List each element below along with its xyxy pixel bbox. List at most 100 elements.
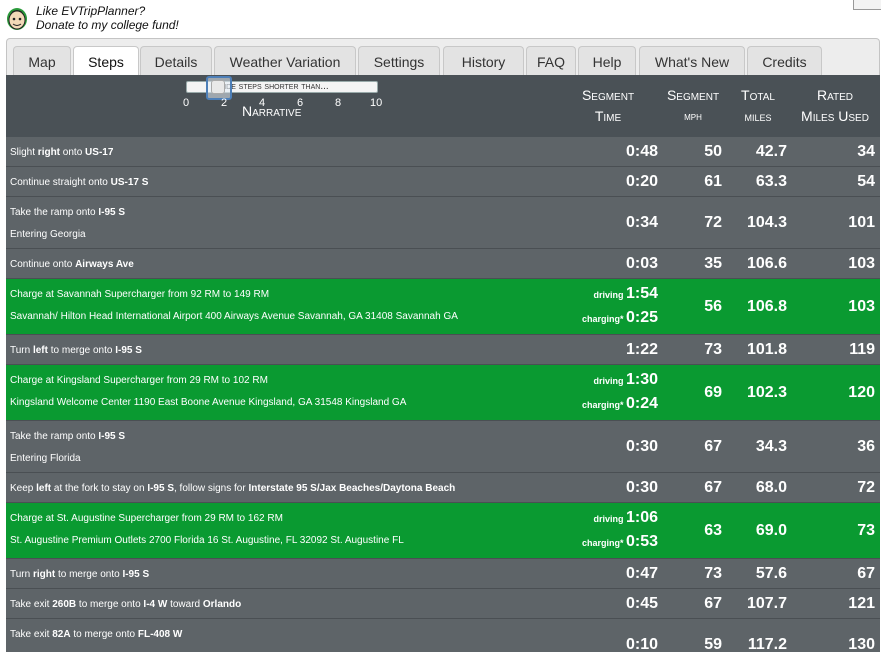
total-miles: 68.0: [755, 479, 787, 496]
step-instruction: Take exit 82A to merge onto FL-408 W: [10, 629, 183, 640]
rated-miles-used: 54: [857, 173, 875, 190]
total-miles: 57.6: [755, 565, 787, 582]
step-row: Keep left at the fork to stay on I-95 S,…: [6, 473, 880, 503]
tab-help[interactable]: Help: [578, 46, 636, 76]
promo-line-1: Like EVTripPlanner?: [36, 4, 146, 18]
rated-miles-used: 120: [848, 384, 875, 401]
charge-row: Charge at Kingsland Supercharger from 29…: [6, 365, 880, 421]
segment-mph: 59: [704, 636, 722, 652]
tab-details[interactable]: Details: [140, 46, 212, 76]
step-row: Take exit 82A to merge onto FL-408 W 0:10…: [6, 619, 880, 652]
step-row: Take exit 260B to merge onto I-4 W towar…: [6, 589, 880, 619]
total-miles: 106.6: [746, 255, 787, 272]
total-miles: 42.7: [755, 143, 787, 160]
segment-time: 0:47: [625, 565, 658, 582]
rated-miles-used: 34: [857, 143, 875, 160]
driving-time: driving 1:54: [593, 285, 658, 302]
charge-row: Charge at St. Augustine Supercharger fro…: [6, 503, 880, 559]
total-miles: 101.8: [746, 341, 787, 358]
total-miles-header: Total miles: [741, 87, 775, 124]
slider-tick: 10: [370, 97, 383, 109]
slider-tick: 0: [183, 97, 190, 109]
segment-time: 0:48: [625, 143, 658, 160]
step-note: Entering Florida: [10, 453, 81, 464]
segment-mph: 73: [704, 341, 722, 358]
tab-faq[interactable]: FAQ: [526, 46, 576, 76]
step-instruction: Charge at St. Augustine Supercharger fro…: [10, 513, 283, 524]
rated-miles-used: 121: [848, 595, 875, 612]
tab-steps[interactable]: Steps: [73, 46, 139, 77]
step-instruction: Continue onto Airways Ave: [10, 259, 134, 270]
donate-link[interactable]: Like EVTripPlanner? Donate to my college…: [36, 4, 179, 32]
segment-mph: 69: [704, 384, 722, 401]
rated-miles-used: 130: [848, 636, 875, 652]
segment-time: 0:34: [625, 214, 658, 231]
step-instruction: Slight right onto US-17: [10, 147, 114, 158]
step-note: Entering Georgia: [10, 229, 86, 240]
steps-table-header: Hide steps shorter than... 0 2 4 6 8 10 Narra…: [6, 75, 880, 137]
charger-address: Kingsland Welcome Center 1190 East Boone…: [10, 397, 407, 408]
face-avatar-icon[interactable]: [4, 4, 30, 32]
total-miles: 117.2: [747, 636, 787, 652]
slider-knob-icon[interactable]: [211, 80, 225, 94]
segment-mph: 72: [704, 214, 722, 231]
step-instruction: Take exit 260B to merge onto I-4 W towar…: [10, 599, 242, 610]
segment-time: 0:30: [625, 438, 658, 455]
charging-time: charging* 0:24: [581, 395, 658, 412]
total-miles: 107.7: [746, 595, 787, 612]
step-row: Slight right onto US-17 0:48 50 42.7 34: [6, 137, 880, 167]
charger-address: St. Augustine Premium Outlets 2700 Flori…: [10, 535, 404, 546]
step-row: Take the ramp onto I-95 S Entering Georgi…: [6, 197, 880, 249]
tab-what-s-new[interactable]: What's New: [639, 46, 745, 76]
slider-tick: 2: [221, 97, 228, 109]
rated-miles-used: 101: [848, 214, 875, 231]
segment-time: 0:30: [625, 479, 658, 496]
segment-mph: 73: [704, 565, 722, 582]
rated-miles-used: 67: [857, 565, 875, 582]
step-instruction: Keep left at the fork to stay on I-95 S,…: [10, 483, 456, 494]
driving-time: driving 1:06: [593, 509, 658, 526]
rated-miles-used: 103: [848, 298, 875, 315]
tab-weather-variation[interactable]: Weather Variation: [214, 46, 356, 76]
segment-mph-header: Segment mph: [666, 87, 720, 123]
total-miles: 69.0: [755, 522, 787, 539]
step-row: Turn left to merge onto I-95 S 1:22 73 101.…: [6, 335, 880, 365]
tab-credits[interactable]: Credits: [747, 46, 822, 76]
segment-mph: 50: [704, 143, 722, 160]
segment-mph: 35: [704, 255, 722, 272]
total-miles: 34.3: [755, 438, 787, 455]
driving-time: driving 1:30: [593, 371, 658, 388]
rated-miles-used: 72: [857, 479, 875, 496]
segment-mph: 61: [704, 173, 722, 190]
charge-row: Charge at Savannah Supercharger from 92 …: [6, 279, 880, 335]
rated-miles-used: 103: [848, 255, 875, 272]
step-instruction: Charge at Savannah Supercharger from 92 …: [10, 289, 270, 300]
step-instruction: Turn right to merge onto I-95 S: [10, 569, 150, 580]
segment-mph: 67: [704, 438, 722, 455]
total-miles: 104.3: [746, 214, 787, 231]
step-instruction: Take the ramp onto I-95 S: [10, 207, 126, 218]
step-row: Continue straight onto US-17 S 0:20 61 63.3…: [6, 167, 880, 197]
segment-time-header: Segment Time: [581, 87, 635, 124]
tab-settings[interactable]: Settings: [358, 46, 440, 76]
charging-time: charging* 0:53: [581, 533, 658, 550]
total-miles: 106.8: [746, 298, 787, 315]
segment-time: 1:22: [625, 341, 658, 358]
steps-panel: Hide steps shorter than... 0 2 4 6 8 10 Narra…: [6, 75, 880, 652]
top-right-box: [853, 0, 881, 10]
step-instruction: Turn left to merge onto I-95 S: [10, 345, 142, 356]
narrative-header: Narrative: [242, 103, 302, 119]
charging-time: charging* 0:25: [581, 309, 658, 326]
steps-table-body: Slight right onto US-17 0:48 50 42.7 34 Conti…: [6, 137, 880, 652]
total-miles: 63.3: [755, 173, 787, 190]
promo-bar: Like EVTripPlanner? Donate to my college…: [0, 0, 881, 36]
step-row: Continue onto Airways Ave 0:03 35 106.6 103: [6, 249, 880, 279]
segment-time: 0:20: [625, 173, 658, 190]
rated-miles-used: 36: [857, 438, 875, 455]
rated-miles-header: Rated Miles Used: [801, 87, 869, 124]
tab-map[interactable]: Map: [13, 46, 71, 76]
rated-miles-used: 73: [857, 522, 875, 539]
rated-miles-used: 119: [849, 341, 875, 358]
tab-history[interactable]: History: [443, 46, 524, 76]
step-instruction: Take the ramp onto I-95 S: [10, 431, 126, 442]
